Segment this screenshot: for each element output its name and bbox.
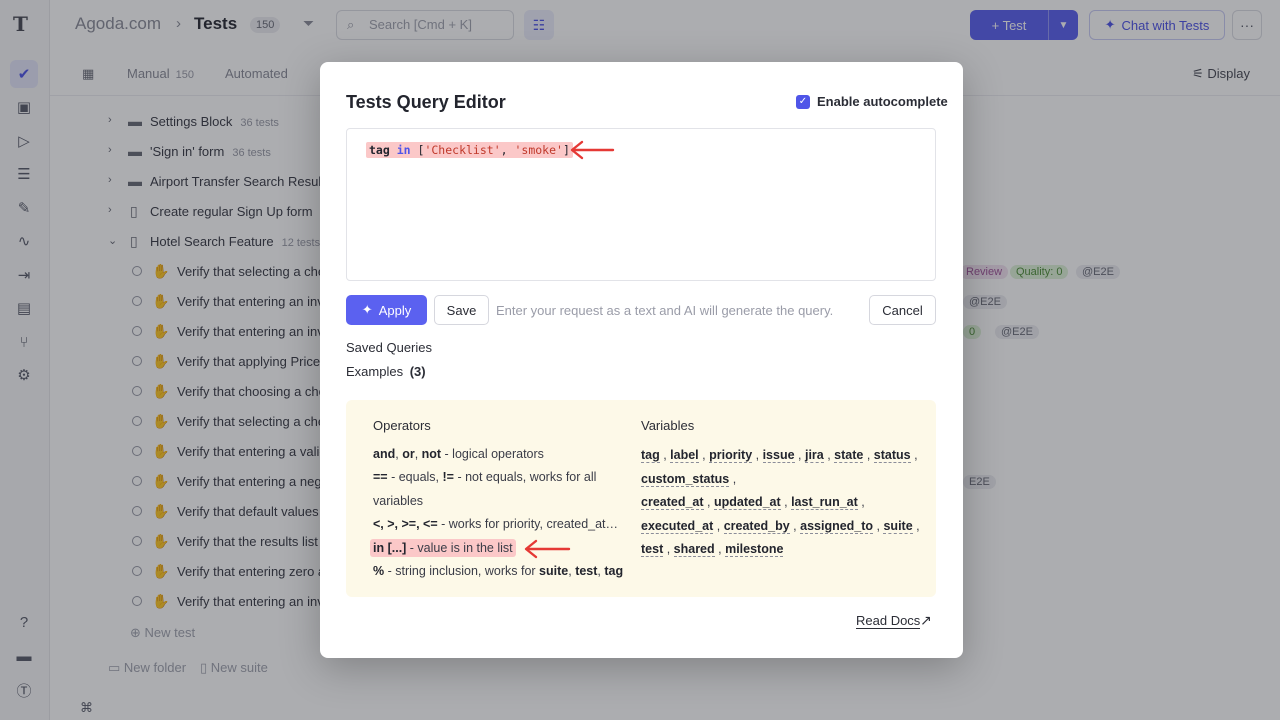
variables-list: tag , label , priority , issue , jira , …	[641, 448, 920, 557]
variable-item[interactable]: priority	[709, 448, 753, 463]
annotation-arrow-icon	[524, 539, 571, 559]
variable-item[interactable]: created_at	[641, 495, 704, 510]
operator-percent: % - string inclusion, works for suite, t…	[373, 564, 624, 578]
query-text: tag in ['Checklist', 'smoke']	[366, 142, 573, 158]
annotation-arrow-icon	[570, 140, 615, 160]
variable-item[interactable]: assigned_to	[800, 518, 874, 534]
examples-link[interactable]: Examples (3)	[346, 364, 426, 379]
variable-item[interactable]: custom_status	[641, 471, 730, 487]
operator-equals: == - equals, != - not equals, works for …	[373, 470, 597, 484]
operator-equals-cont: variables	[373, 494, 424, 508]
modal-title: Tests Query Editor	[346, 92, 506, 112]
operator-compare: <, >, >=, <= - works for priority, creat…	[373, 517, 619, 531]
variable-item[interactable]: status	[873, 448, 911, 463]
operator-in: in [...] - value is in the list	[370, 537, 516, 560]
variable-item[interactable]: created_by	[723, 518, 790, 534]
operator-in-highlight: in [...] - value is in the list	[370, 539, 516, 557]
ai-request-input[interactable]	[496, 300, 856, 320]
variable-item[interactable]: tag	[641, 448, 660, 463]
variable-item[interactable]: state	[834, 448, 864, 463]
variable-item[interactable]: jira	[804, 448, 824, 463]
variables-heading: Variables	[641, 418, 695, 433]
query-editor-input[interactable]: tag in ['Checklist', 'smoke']	[346, 128, 936, 281]
autocomplete-label: Enable autocomplete	[817, 94, 948, 109]
sparkle-icon: ✦	[361, 302, 373, 317]
query-editor-modal: Tests Query Editor ✓ Enable autocomplete…	[320, 62, 963, 658]
save-button[interactable]: Save	[434, 295, 489, 325]
query-help-panel: Operators Variables and, or, not - logic…	[346, 400, 936, 597]
variable-item[interactable]: milestone	[725, 542, 784, 557]
variable-item[interactable]: issue	[762, 448, 795, 463]
variable-item[interactable]: label	[670, 448, 699, 463]
variable-item[interactable]: executed_at	[641, 518, 714, 534]
apply-label: Apply	[378, 302, 412, 318]
external-link-icon[interactable]: ↗	[920, 612, 932, 629]
examples-count: (3)	[409, 364, 426, 379]
autocomplete-checkbox[interactable]: ✓	[796, 94, 810, 109]
operators-heading: Operators	[373, 418, 431, 433]
variable-item[interactable]: shared	[673, 542, 715, 557]
cancel-button[interactable]: Cancel	[869, 295, 936, 325]
apply-button[interactable]: ✦ Apply	[346, 295, 427, 325]
variable-item[interactable]: test	[641, 542, 664, 557]
read-docs-link[interactable]: Read Docs	[856, 614, 921, 629]
variable-item[interactable]: last_run_at	[791, 495, 858, 510]
variable-item[interactable]: suite	[883, 518, 913, 534]
variable-item[interactable]: updated_at	[713, 495, 781, 510]
autocomplete-toggle[interactable]: ✓ Enable autocomplete	[796, 94, 948, 109]
saved-queries-link[interactable]: Saved Queries	[346, 340, 432, 355]
operator-logical: and, or, not - logical operators	[373, 447, 544, 461]
